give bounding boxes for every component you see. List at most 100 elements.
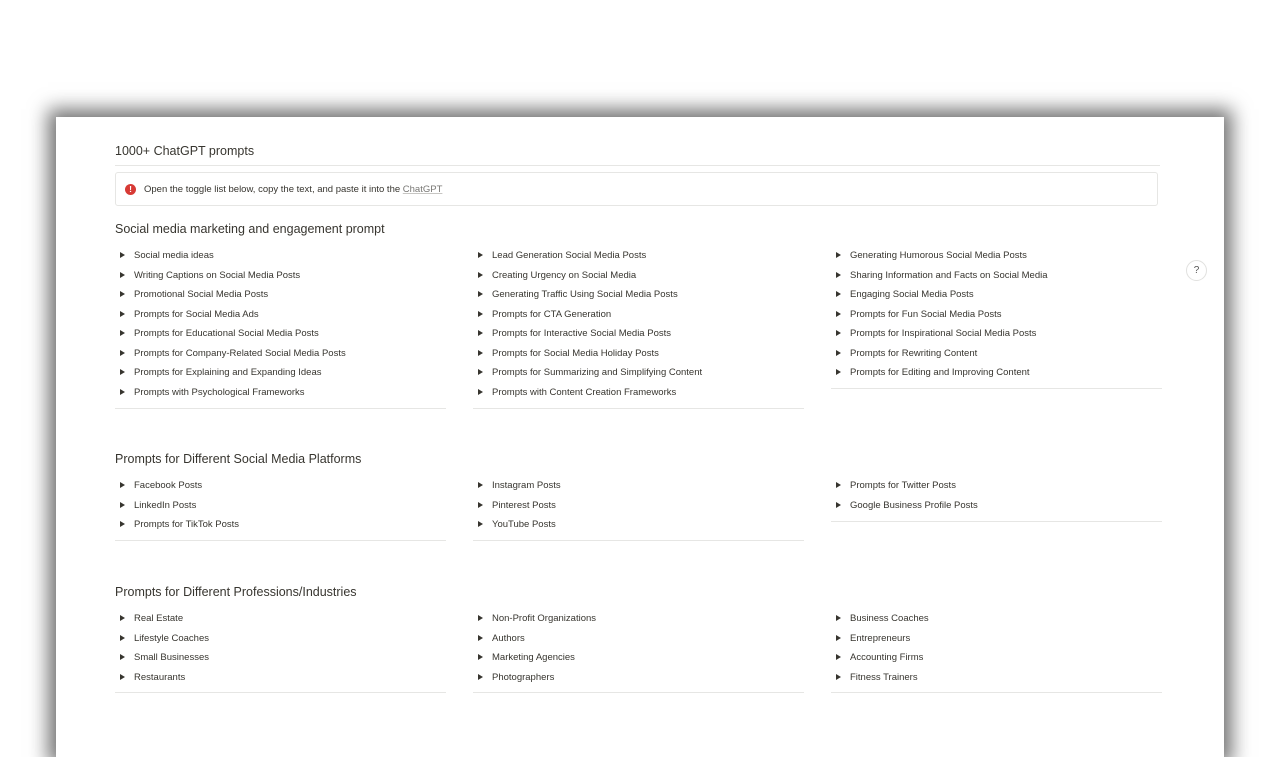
toggle-item-label: LinkedIn Posts	[134, 499, 197, 511]
toggle-list-item[interactable]: LinkedIn Posts	[120, 500, 196, 519]
toggle-list-item[interactable]: Prompts for CTA Generation	[478, 309, 611, 328]
help-button[interactable]: ?	[1186, 260, 1207, 281]
toggle-triangle-icon[interactable]	[478, 501, 483, 508]
toggle-triangle-icon[interactable]	[478, 369, 483, 375]
toggle-triangle-icon[interactable]	[478, 349, 483, 356]
toggle-triangle-icon[interactable]	[836, 615, 841, 621]
toggle-triangle-icon[interactable]	[478, 673, 483, 680]
toggle-list-item[interactable]: Prompts for Interactive Social Media Pos…	[478, 328, 671, 347]
toggle-list-item[interactable]: Fitness Trainers	[836, 672, 918, 691]
toggle-list-item[interactable]: Non-Profit Organizations	[478, 613, 596, 632]
toggle-triangle-icon[interactable]	[120, 654, 125, 660]
toggle-triangle-icon[interactable]	[836, 634, 841, 641]
chatgpt-link[interactable]: ChatGPT	[403, 184, 443, 195]
toggle-list-item[interactable]: Marketing Agencies	[478, 652, 575, 671]
toggle-triangle-icon[interactable]	[836, 330, 841, 336]
toggle-list-item[interactable]: Prompts for Educational Social Media Pos…	[120, 328, 319, 347]
toggle-list-item[interactable]: Facebook Posts	[120, 480, 202, 499]
toggle-list-item[interactable]: Prompts for Editing and Improving Conten…	[836, 367, 1030, 386]
toggle-list-item[interactable]: Writing Captions on Social Media Posts	[120, 270, 300, 289]
toggle-triangle-icon[interactable]	[836, 349, 841, 356]
toggle-triangle-icon[interactable]	[836, 501, 841, 508]
toggle-list-item[interactable]: Lead Generation Social Media Posts	[478, 250, 646, 269]
toggle-list-item[interactable]: Authors	[478, 633, 525, 652]
toggle-triangle-icon[interactable]	[478, 654, 483, 660]
toggle-triangle-icon[interactable]	[836, 482, 841, 488]
toggle-list-item[interactable]: Prompts for Social Media Holiday Posts	[478, 348, 659, 367]
toggle-triangle-icon[interactable]	[836, 271, 841, 278]
toggle-list-item[interactable]: Prompts for Company-Related Social Media…	[120, 348, 346, 367]
toggle-list-item[interactable]: Instagram Posts	[478, 480, 561, 499]
callout-message: Open the toggle list below, copy the tex…	[144, 184, 403, 195]
column-divider	[115, 408, 446, 409]
toggle-list-item[interactable]: Prompts for Rewriting Content	[836, 348, 977, 367]
toggle-item-label: Prompts for Educational Social Media Pos…	[134, 328, 319, 339]
toggle-list-item[interactable]: Sharing Information and Facts on Social …	[836, 270, 1048, 289]
toggle-triangle-icon[interactable]	[478, 310, 483, 317]
toggle-triangle-icon[interactable]	[120, 349, 125, 356]
toggle-list-item[interactable]: Prompts for Fun Social Media Posts	[836, 309, 1002, 328]
toggle-list-item[interactable]: Pinterest Posts	[478, 500, 556, 519]
toggle-triangle-icon[interactable]	[120, 521, 125, 527]
toggle-list-item[interactable]: Promotional Social Media Posts	[120, 289, 268, 308]
toggle-triangle-icon[interactable]	[120, 388, 125, 395]
toggle-item-label: Prompts for Social Media Holiday Posts	[492, 347, 659, 359]
column-divider	[473, 692, 804, 693]
toggle-triangle-icon[interactable]	[120, 310, 125, 317]
toggle-list-item[interactable]: Real Estate	[120, 613, 183, 632]
toggle-triangle-icon[interactable]	[120, 501, 125, 508]
toggle-list-item[interactable]: Prompts with Psychological Frameworks	[120, 387, 305, 406]
toggle-list-item[interactable]: Creating Urgency on Social Media	[478, 270, 636, 289]
toggle-list-item[interactable]: Lifestyle Coaches	[120, 633, 209, 652]
toggle-list-item[interactable]: Restaurants	[120, 672, 185, 691]
toggle-list-item[interactable]: Social media ideas	[120, 250, 214, 269]
toggle-list-item[interactable]: Generating Traffic Using Social Media Po…	[478, 289, 678, 308]
toggle-triangle-icon[interactable]	[836, 252, 841, 258]
toggle-list-item[interactable]: Prompts for Summarizing and Simplifying …	[478, 367, 702, 386]
toggle-triangle-icon[interactable]	[478, 271, 483, 278]
column-divider	[115, 540, 446, 541]
toggle-triangle-icon[interactable]	[120, 271, 125, 278]
toggle-list-item[interactable]: Prompts with Content Creation Frameworks	[478, 387, 676, 406]
toggle-triangle-icon[interactable]	[120, 634, 125, 641]
toggle-triangle-icon[interactable]	[836, 654, 841, 660]
callout-text: Open the toggle list below, copy the tex…	[144, 184, 442, 195]
toggle-list-item[interactable]: Photographers	[478, 672, 554, 691]
toggle-triangle-icon[interactable]	[478, 330, 483, 336]
toggle-item-label: Prompts for Explaining and Expanding Ide…	[134, 367, 322, 378]
toggle-list-item[interactable]: Prompts for Twitter Posts	[836, 480, 956, 499]
toggle-list-item[interactable]: Prompts for Inspirational Social Media P…	[836, 328, 1036, 347]
column-divider	[831, 692, 1162, 693]
toggle-list-item[interactable]: Google Business Profile Posts	[836, 500, 978, 519]
toggle-item-label: Sharing Information and Facts on Social …	[850, 269, 1048, 281]
toggle-triangle-icon[interactable]	[120, 482, 125, 488]
toggle-triangle-icon[interactable]	[120, 330, 125, 336]
toggle-triangle-icon[interactable]	[478, 521, 483, 527]
toggle-triangle-icon[interactable]	[120, 369, 125, 375]
toggle-triangle-icon[interactable]	[478, 615, 483, 621]
toggle-list-item[interactable]: Accounting Firms	[836, 652, 923, 671]
toggle-list-item[interactable]: Prompts for Social Media Ads	[120, 309, 259, 328]
toggle-list-item[interactable]: Engaging Social Media Posts	[836, 289, 974, 308]
toggle-triangle-icon[interactable]	[836, 310, 841, 317]
toggle-triangle-icon[interactable]	[120, 615, 125, 621]
toggle-list-item[interactable]: Entrepreneurs	[836, 633, 910, 652]
toggle-list-item[interactable]: Prompts for TikTok Posts	[120, 519, 239, 538]
toggle-triangle-icon[interactable]	[478, 634, 483, 641]
toggle-list-item[interactable]: YouTube Posts	[478, 519, 556, 538]
section-heading-social-media-platforms: Prompts for Different Social Media Platf…	[115, 452, 362, 466]
toggle-triangle-icon[interactable]	[478, 252, 483, 258]
toggle-triangle-icon[interactable]	[478, 291, 483, 297]
toggle-triangle-icon[interactable]	[120, 291, 125, 297]
toggle-triangle-icon[interactable]	[478, 482, 483, 488]
toggle-triangle-icon[interactable]	[836, 291, 841, 297]
toggle-list-item[interactable]: Small Businesses	[120, 652, 209, 671]
toggle-triangle-icon[interactable]	[120, 252, 125, 258]
toggle-triangle-icon[interactable]	[836, 369, 841, 375]
toggle-list-item[interactable]: Generating Humorous Social Media Posts	[836, 250, 1027, 269]
toggle-triangle-icon[interactable]	[120, 673, 125, 680]
toggle-list-item[interactable]: Business Coaches	[836, 613, 929, 632]
toggle-triangle-icon[interactable]	[478, 388, 483, 395]
toggle-list-item[interactable]: Prompts for Explaining and Expanding Ide…	[120, 367, 321, 386]
toggle-triangle-icon[interactable]	[836, 673, 841, 680]
